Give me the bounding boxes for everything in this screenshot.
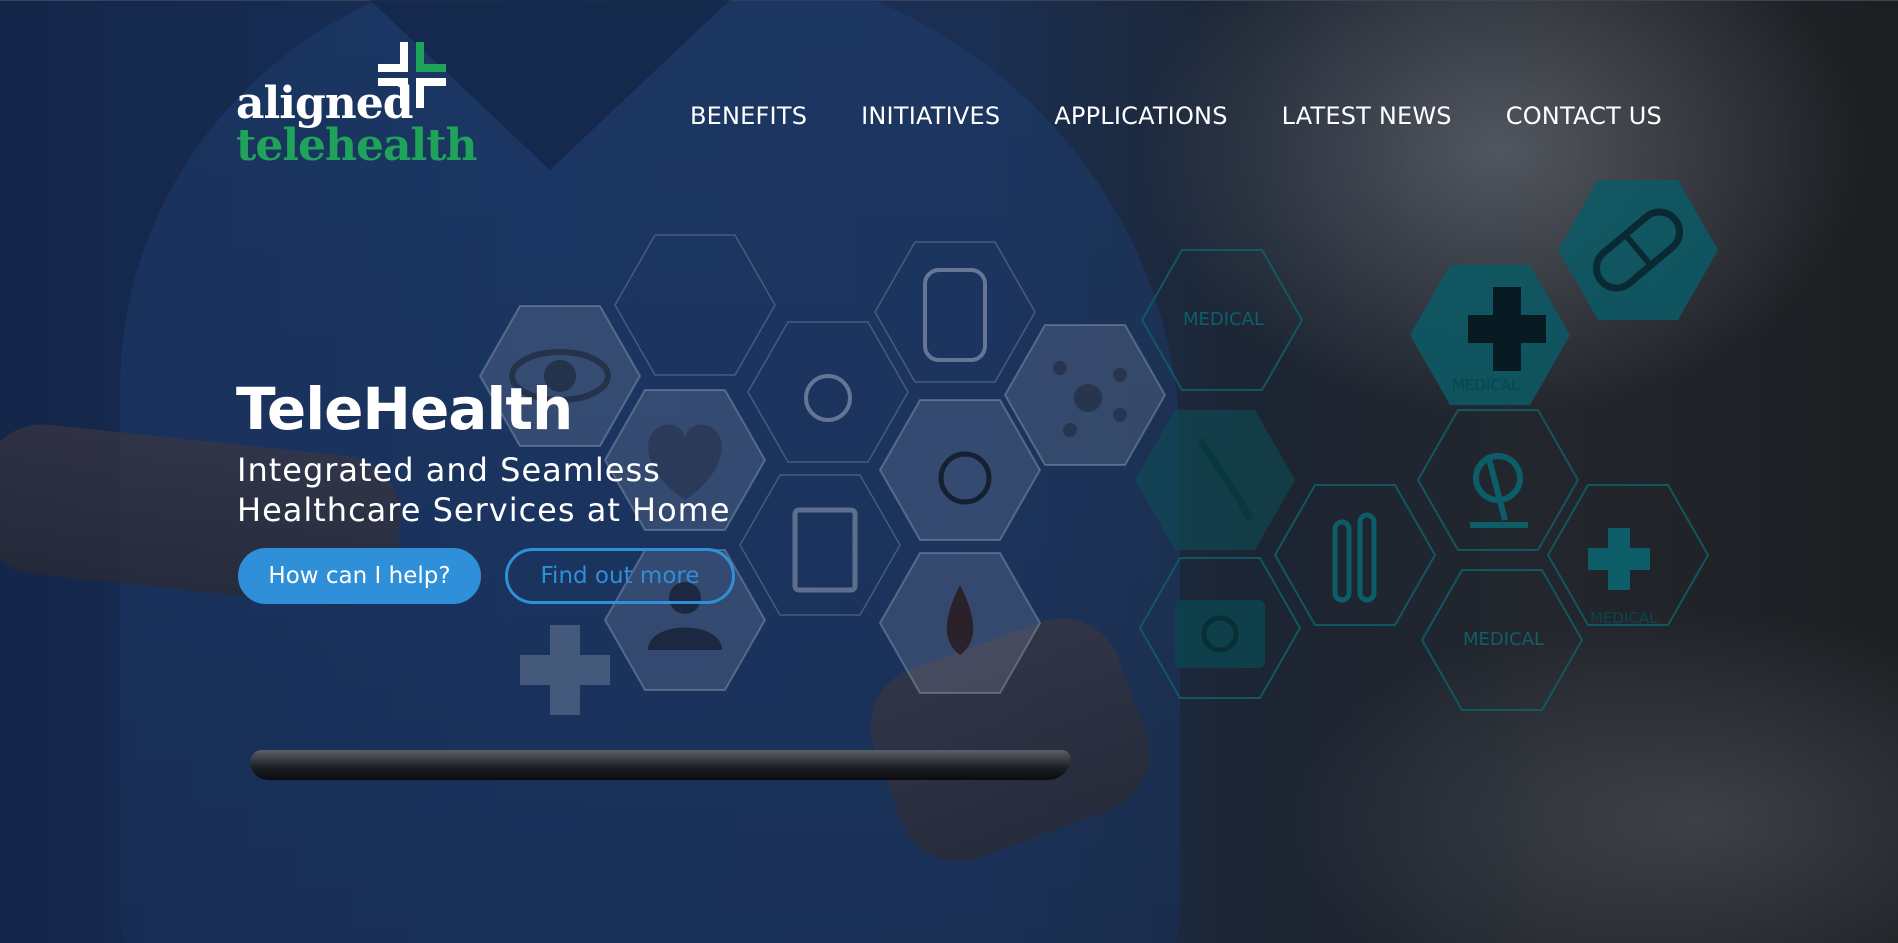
syringe-hexagon [1135, 410, 1295, 550]
find-out-more-button[interactable]: Find out more [505, 548, 735, 604]
nav-initiatives[interactable]: INITIATIVES [861, 102, 1000, 130]
how-can-i-help-button[interactable]: How can I help? [238, 548, 481, 604]
hero-subtitle: Integrated and Seamless Healthcare Servi… [237, 450, 797, 530]
medical-label-2: MEDICAL [1452, 376, 1520, 394]
hero-section: MEDICAL MEDICAL MEDICAL MEDICAL aligned … [0, 0, 1898, 943]
text-list-hexagon [614, 234, 776, 376]
brand-logo[interactable]: aligned telehealth [236, 38, 478, 168]
nav-applications[interactable]: APPLICATIONS [1054, 102, 1227, 130]
medical-label-3: MEDICAL [1463, 629, 1544, 650]
hero-subtitle-line-1: Integrated and Seamless [237, 451, 661, 489]
medical-label-1: MEDICAL [1183, 309, 1264, 330]
hero-subtitle-line-2: Healthcare Services at Home [237, 491, 731, 529]
logo-text-telehealth: telehealth [236, 120, 478, 171]
virus-hexagon [747, 321, 909, 463]
hero-title: TeleHealth [236, 375, 573, 443]
nav-latest-news[interactable]: LATEST NEWS [1282, 102, 1452, 130]
wheelchair-hexagon [878, 399, 1042, 541]
nav-contact-us[interactable]: CONTACT US [1506, 102, 1662, 130]
nav-benefits[interactable]: BENEFITS [690, 102, 807, 130]
test-tube-hexagon [1273, 484, 1437, 626]
main-navigation: BENEFITS INITIATIVES APPLICATIONS LATEST… [690, 96, 1662, 136]
medical-label-4: MEDICAL [1590, 609, 1658, 627]
microscope-hexagon [1416, 409, 1580, 551]
